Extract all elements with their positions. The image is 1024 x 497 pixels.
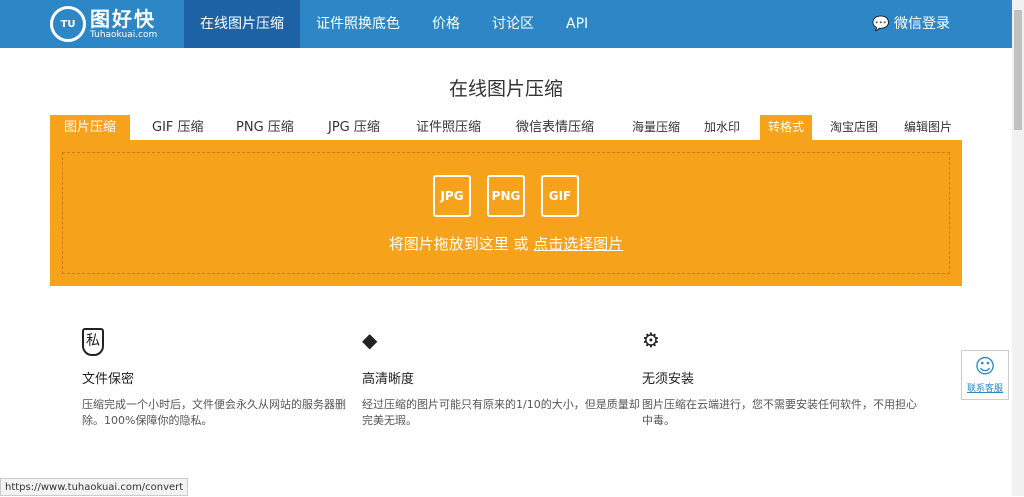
- nav-forum[interactable]: 讨论区: [476, 0, 550, 48]
- tab-convert[interactable]: 转格式: [760, 115, 813, 140]
- nav-price[interactable]: 价格: [416, 0, 476, 48]
- logo-text: 图好快: [90, 7, 156, 31]
- page-title: 在线图片压缩: [448, 78, 563, 100]
- select-image-link[interactable]: 点击选择图片: [533, 235, 623, 253]
- wechat-icon: 💬: [872, 16, 894, 32]
- logo[interactable]: TU 图好快 Tuhaokuai.com: [50, 6, 157, 42]
- top-header: TU 图好快 Tuhaokuai.com 在线图片压缩 证件照换底色 价格 讨论区…: [0, 0, 1012, 48]
- feature-title: 高清晰度: [362, 372, 415, 387]
- nav-api[interactable]: API: [550, 0, 604, 48]
- customer-service-button[interactable]: ☺ 联系客服: [961, 350, 1009, 400]
- feature-title: 无须安装: [642, 372, 695, 387]
- tab-watermark[interactable]: 加水印: [696, 115, 748, 140]
- main-nav: 在线图片压缩 证件照换底色 价格 讨论区 API: [184, 0, 604, 48]
- feature-no-install: ⚙ 无须安装 图片压缩在云端进行，您不需要安装任何软件，不用担心中毒。: [642, 328, 922, 429]
- tab-wechat-sticker[interactable]: 微信表情压缩: [502, 115, 608, 140]
- upload-panel: JPG PNG GIF 将图片拖放到这里 或 点击选择图片: [50, 140, 962, 286]
- login-label: 微信登录: [894, 16, 950, 32]
- feature-quality: ◆ 高清晰度 经过压缩的图片可能只有原来的1/10的大小，但是质量却完美无瑕。: [362, 328, 642, 429]
- jpg-file-icon: JPG: [433, 175, 471, 217]
- feature-title: 文件保密: [82, 372, 135, 387]
- shield-icon: 私: [82, 328, 104, 356]
- tab-id-photo[interactable]: 证件照压缩: [402, 115, 495, 140]
- cloud-gear-icon: ⚙: [642, 328, 660, 352]
- scrollbar-thumb[interactable]: [1014, 10, 1022, 130]
- png-file-icon: PNG: [487, 175, 525, 217]
- scrollbar[interactable]: [1012, 0, 1024, 496]
- tab-image-compress[interactable]: 图片压缩: [50, 115, 131, 140]
- feature-privacy: 私 文件保密 压缩完成一个小时后，文件便会永久从网站的服务器删除。100%保障你…: [82, 328, 362, 429]
- tab-taobao[interactable]: 淘宝店图: [822, 115, 886, 140]
- gif-file-icon: GIF: [541, 175, 579, 217]
- feature-desc: 压缩完成一个小时后，文件便会永久从网站的服务器删除。100%保障你的隐私。: [82, 398, 346, 427]
- logo-mark: TU: [50, 6, 86, 42]
- wechat-login-button[interactable]: 💬 微信登录: [872, 0, 950, 48]
- diamond-icon: ◆: [362, 328, 378, 352]
- nav-compress[interactable]: 在线图片压缩: [184, 0, 300, 48]
- feature-desc: 经过压缩的图片可能只有原来的1/10的大小，但是质量却完美无瑕。: [362, 398, 640, 427]
- tab-batch[interactable]: 海量压缩: [624, 115, 688, 140]
- headset-icon: ☺: [974, 354, 996, 378]
- tab-edit[interactable]: 编辑图片: [896, 115, 960, 140]
- tab-png[interactable]: PNG 压缩: [222, 115, 308, 140]
- drop-text: 将图片拖放到这里 或: [388, 235, 534, 253]
- customer-service-label: 联系客服: [966, 384, 1003, 394]
- logo-domain: Tuhaokuai.com: [90, 30, 158, 40]
- drop-zone[interactable]: JPG PNG GIF 将图片拖放到这里 或 点击选择图片: [62, 152, 950, 274]
- status-bar-url: https://www.tuhaokuai.com/convert: [0, 478, 189, 496]
- tool-tabs: 图片压缩 GIF 压缩 PNG 压缩 JPG 压缩 证件照压缩 微信表情压缩 海…: [50, 115, 962, 140]
- feature-desc: 图片压缩在云端进行，您不需要安装任何软件，不用担心中毒。: [642, 398, 917, 427]
- tab-jpg[interactable]: JPG 压缩: [314, 115, 394, 140]
- nav-id-photo[interactable]: 证件照换底色: [300, 0, 416, 48]
- tab-gif[interactable]: GIF 压缩: [138, 115, 218, 140]
